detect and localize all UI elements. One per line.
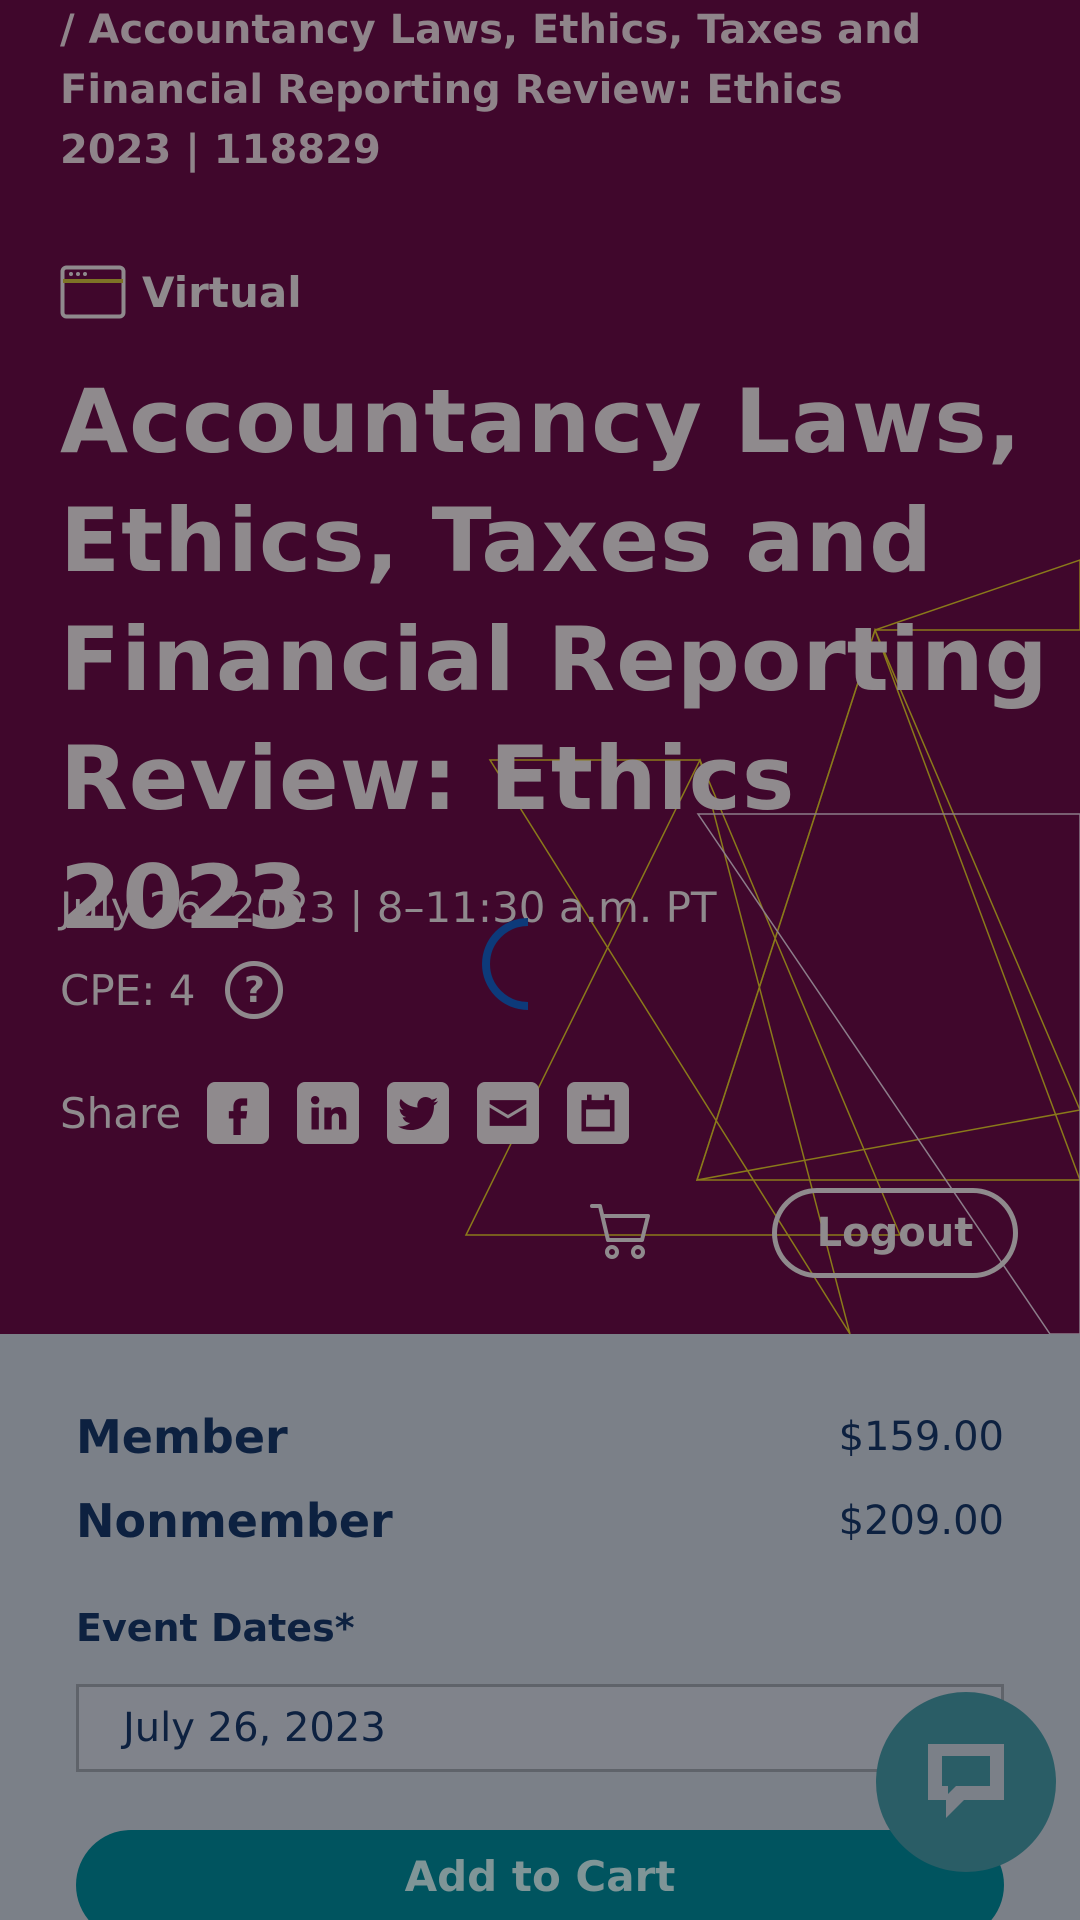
linkedin-icon[interactable] [297,1082,360,1144]
price-label: Member [76,1410,288,1464]
hero-section: / Accountancy Laws, Ethics, Taxes and Fi… [0,0,1080,1334]
event-dates-label: Event Dates* [76,1606,355,1650]
price-value: $159.00 [838,1414,1004,1460]
share-bar: Share [60,1082,657,1144]
event-title: Accountancy Laws, Ethics, Taxes and Fina… [60,370,1049,949]
price-row-nonmember: Nonmember $209.00 [76,1494,1004,1548]
price-label: Nonmember [76,1494,393,1548]
price-row-member: Member $159.00 [76,1410,1004,1464]
browser-window-icon [60,265,126,319]
price-value: $209.00 [838,1498,1004,1544]
add-to-cart-button[interactable]: Add to Cart [76,1830,1004,1920]
help-icon[interactable]: ? [225,961,284,1019]
cart-icon[interactable] [588,1200,652,1264]
cpe-label: CPE: 4 [60,965,196,1015]
loading-spinner [482,918,529,1010]
logout-button[interactable]: Logout [772,1188,1018,1278]
cpe-credits: CPE: 4 ? [60,960,284,1020]
event-format-label: Virtual [142,267,302,317]
calendar-icon[interactable] [567,1082,630,1144]
share-label: Share [60,1088,182,1138]
chat-button[interactable] [876,1692,1056,1872]
event-dates-select[interactable]: July 26, 2023 [76,1684,1004,1772]
email-icon[interactable] [477,1082,540,1144]
chat-bubble-icon [928,1744,1004,1818]
facebook-icon[interactable] [207,1082,270,1144]
twitter-icon[interactable] [387,1082,450,1144]
breadcrumb[interactable]: / Accountancy Laws, Ethics, Taxes and Fi… [60,0,960,180]
event-datetime: July 26, 2023 | 8–11:30 a.m. PT [60,883,717,932]
event-format: Virtual [60,264,302,320]
